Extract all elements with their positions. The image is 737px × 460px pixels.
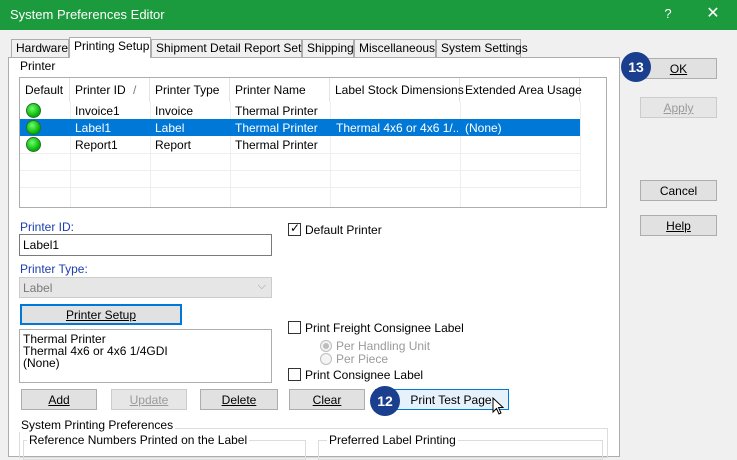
printer-row-report1[interactable]: Report1 Report Thermal Printer	[20, 136, 580, 153]
printer-name-cell: Thermal Printer	[235, 138, 318, 152]
window-title: System Preferences Editor	[10, 7, 165, 22]
delete-label: Delete	[221, 393, 257, 407]
column-header-printer-id[interactable]: Printer ID /	[70, 78, 150, 102]
clear-label: Clear	[312, 393, 342, 407]
printer-row-invoice1[interactable]: Invoice1 Invoice Thermal Printer	[20, 102, 580, 119]
tab-miscellaneous[interactable]: Miscellaneous	[354, 39, 436, 57]
printer-section-title: Printer	[20, 59, 56, 73]
update-button[interactable]: Update	[111, 389, 187, 410]
mouse-cursor-icon	[492, 397, 505, 415]
reference-numbers-title: Reference Numbers Printed on the Label	[27, 433, 250, 447]
cancel-label: Cancel	[659, 184, 698, 198]
printer-type-select[interactable]: Label ⌵	[19, 277, 272, 298]
system-printing-title: System Printing Preferences	[19, 418, 176, 432]
print-test-page-label: Print Test Page	[410, 393, 492, 407]
printer-setup-label: Printer Setup	[65, 308, 137, 322]
column-header-printer-name[interactable]: Printer Name	[230, 78, 330, 102]
sort-icon: /	[133, 83, 137, 97]
per-piece-radio[interactable]	[320, 353, 332, 365]
apply-button[interactable]: Apply	[640, 97, 717, 118]
per-handling-unit-radio[interactable]	[320, 340, 332, 352]
update-label: Update	[129, 393, 169, 407]
delete-button[interactable]: Delete	[200, 389, 278, 410]
per-handling-unit-label: Per Handling Unit	[336, 339, 431, 353]
printer-type-value: Label	[23, 281, 53, 295]
printer-setup-button[interactable]: Printer Setup	[20, 304, 182, 325]
column-divider	[580, 102, 581, 207]
column-header-printer-id-label: Printer ID	[75, 83, 126, 97]
ok-button[interactable]: OK	[640, 58, 717, 79]
tab-shipment-detail-report-setup[interactable]: Shipment Detail Report Setup	[151, 39, 315, 57]
tab-shipping[interactable]: Shipping	[302, 39, 354, 57]
cancel-button[interactable]: Cancel	[640, 180, 717, 201]
column-header-printer-type[interactable]: Printer Type	[150, 78, 230, 102]
info-line: Thermal 4x6 or 4x6 1/4GDI	[23, 344, 168, 358]
printer-name-cell: Thermal Printer	[235, 104, 318, 118]
printer-id-cell: Invoice1	[75, 104, 120, 118]
preferred-label-title: Preferred Label Printing	[327, 433, 458, 447]
title-bar: System Preferences Editor ? ✕	[0, 0, 737, 30]
printer-id-cell: Report1	[75, 138, 118, 152]
step-badge-12: 12	[370, 386, 400, 416]
column-header-extended-area[interactable]: Extended Area Usage	[460, 78, 582, 102]
step-badge-13: 13	[621, 52, 651, 82]
freight-consignee-label: Print Freight Consignee Label	[305, 321, 464, 335]
add-button[interactable]: Add	[21, 389, 97, 410]
tab-system-settings[interactable]: System Settings	[436, 39, 528, 57]
column-header-label-stock[interactable]: Label Stock Dimensions	[330, 78, 464, 102]
printer-info-box: Thermal Printer Thermal 4x6 or 4x6 1/4GD…	[19, 329, 272, 383]
printer-row-label1[interactable]: Label1 Label Thermal Printer Thermal 4x6…	[20, 119, 580, 136]
add-label: Add	[48, 393, 70, 407]
apply-label: Apply	[663, 101, 694, 115]
freight-consignee-checkbox[interactable]	[288, 321, 301, 334]
default-printer-label: Default Printer	[305, 223, 382, 237]
printer-grid: Default Printer ID / Printer Type Printe…	[19, 77, 607, 208]
printer-id-cell: Label1	[75, 121, 112, 135]
close-icon[interactable]: ✕	[700, 3, 726, 25]
printer-name-cell: Thermal Printer	[235, 121, 318, 135]
default-status-icon	[26, 120, 41, 135]
row-divider	[20, 187, 580, 188]
print-consignee-checkbox[interactable]	[288, 368, 301, 381]
extended-area-cell: (None)	[465, 121, 502, 135]
tab-hardware[interactable]: Hardware	[11, 39, 69, 57]
column-header-default[interactable]: Default	[20, 78, 70, 102]
print-consignee-label: Print Consignee Label	[305, 368, 424, 382]
row-divider	[20, 153, 580, 154]
printer-id-label: Printer ID:	[20, 220, 75, 234]
default-status-icon	[26, 137, 41, 152]
default-status-icon	[26, 103, 41, 118]
ok-label: OK	[669, 62, 688, 76]
printer-type-cell: Label	[155, 121, 185, 135]
help-button[interactable]: Help	[640, 215, 717, 236]
help-icon[interactable]: ?	[657, 6, 679, 24]
info-line: (None)	[23, 356, 60, 370]
tab-printing-setup[interactable]: Printing Setup	[69, 37, 151, 58]
chevron-down-icon: ⌵	[257, 280, 266, 292]
printer-type-cell: Report	[155, 138, 192, 152]
clear-button[interactable]: Clear	[289, 389, 365, 410]
printer-id-input[interactable]: Label1	[19, 234, 272, 256]
per-piece-label: Per Piece	[336, 352, 389, 366]
default-printer-checkbox[interactable]: ✓	[288, 221, 301, 236]
radio-dot	[323, 343, 329, 349]
row-divider	[20, 170, 580, 171]
help-label: Help	[666, 219, 691, 233]
printer-type-cell: Invoice	[155, 104, 194, 118]
printer-type-label: Printer Type:	[20, 262, 88, 276]
label-stock-cell: Thermal 4x6 or 4x6 1/...	[336, 121, 458, 135]
checkmark-icon: ✓	[290, 221, 301, 235]
